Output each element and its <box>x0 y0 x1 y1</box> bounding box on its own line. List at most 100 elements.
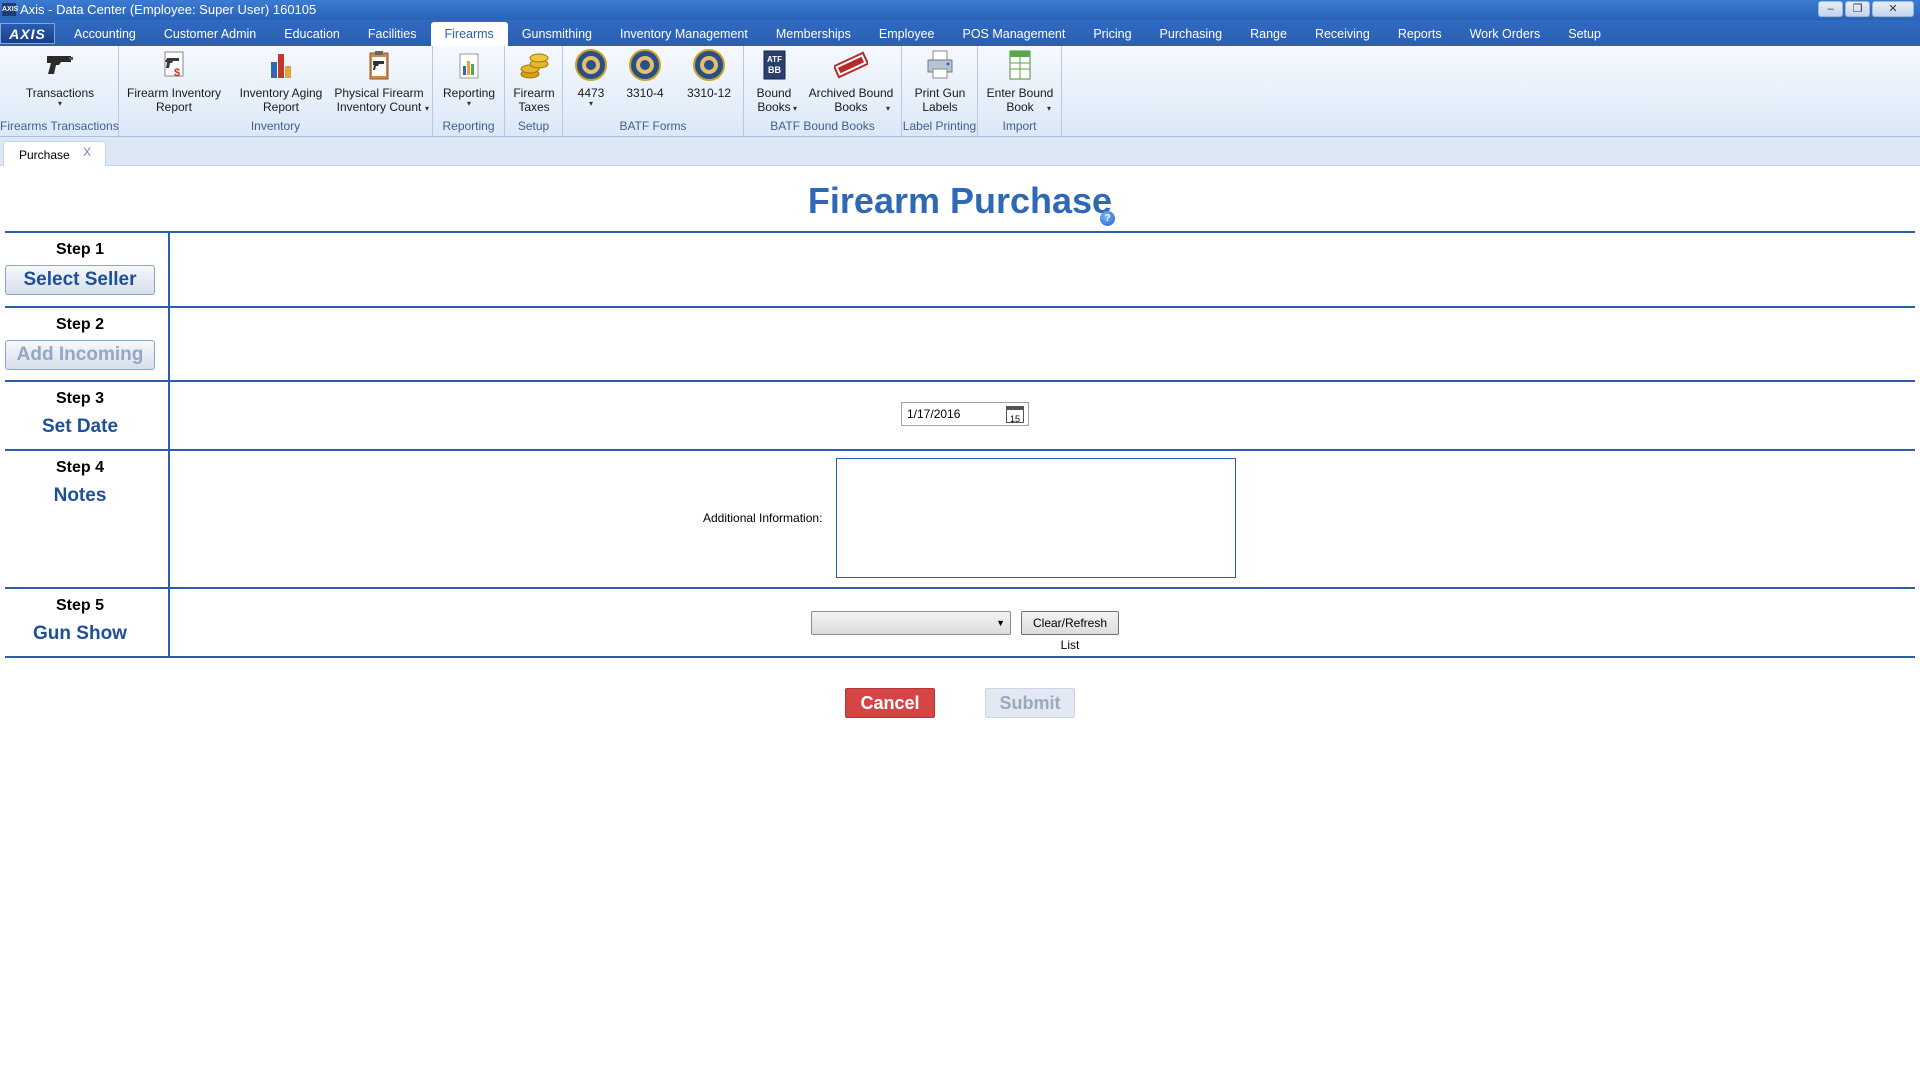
svg-text:ATF: ATF <box>767 55 782 64</box>
clear-refresh-list-button[interactable]: Clear/Refresh List <box>1021 611 1119 652</box>
ribbon-group-reporting: Reporting ▾ Reporting <box>433 46 505 136</box>
archived-bound-books-button[interactable]: Archived Bound Books ▾ <box>804 48 898 114</box>
svg-text:$: $ <box>174 67 180 79</box>
axis-logo[interactable]: AXIS <box>0 23 55 44</box>
menu-tab-inventory-management[interactable]: Inventory Management <box>606 22 762 46</box>
form-3310-12-button[interactable]: 3310-12 <box>680 48 738 100</box>
bar-chart-icon <box>271 54 291 78</box>
form-4473-button[interactable]: 4473 ▾ <box>569 48 613 108</box>
ribbon-button-label: 4473 <box>577 86 605 100</box>
step-number: Step 1 <box>55 241 104 258</box>
dropdown-caret-icon: ▾ <box>424 104 429 113</box>
dropdown-caret-icon: ▾ <box>466 99 471 108</box>
printer-icon <box>927 50 953 79</box>
enter-bound-book-button[interactable]: Enter Bound Book ▾ <box>986 48 1054 114</box>
step-label-column: Step 5 Gun Show <box>5 589 170 656</box>
close-icon[interactable]: X <box>83 145 91 159</box>
menu-tab-gunsmithing[interactable]: Gunsmithing <box>508 22 606 46</box>
firearm-inventory-report-button[interactable]: $ Firearm Inventory Report <box>125 48 223 114</box>
ribbon-button-label: Archived Bound Books <box>808 86 894 114</box>
ribbon-button-label: 3310-12 <box>686 86 732 100</box>
step-row-3: Step 3 Set Date 1/17/2016 15 <box>5 380 1915 449</box>
step-row-5: Step 5 Gun Show ▼ Clear/Refresh List <box>5 587 1915 658</box>
step-label-column: Step 2 Add Incoming <box>5 308 170 380</box>
ribbon-group-label: Inventory <box>250 119 301 133</box>
date-field[interactable]: 1/17/2016 15 <box>901 402 1029 426</box>
menu-tab-facilities[interactable]: Facilities <box>354 22 431 46</box>
ribbon-group-firearms-transactions: Transactions ▾ Firearms Transactions <box>0 46 119 136</box>
menu-tab-employee[interactable]: Employee <box>865 22 949 46</box>
close-icon[interactable]: ✕ <box>1872 1 1914 17</box>
page-title: Firearm Purchase <box>807 180 1113 221</box>
ribbon-group-inventory: $ Firearm Inventory Report Inventory Agi… <box>119 46 433 136</box>
inventory-aging-report-button[interactable]: Inventory Aging Report <box>231 48 331 114</box>
form-3310-4-button[interactable]: 3310-4 <box>618 48 672 100</box>
ribbon-group-batf-bound-books: ATF BB Bound Books ▾ Archived Bound Book… <box>744 46 902 136</box>
bound-books-button[interactable]: ATF BB Bound Books ▾ <box>751 48 797 114</box>
notes-label: Additional Information: <box>703 511 823 525</box>
ribbon: Transactions ▾ Firearms Transactions $ F… <box>0 46 1920 137</box>
step-label-column: Step 1 Select Seller <box>5 233 170 306</box>
ribbon-button-label: Inventory Aging Report <box>239 86 323 114</box>
ribbon-button-label: Firearm Taxes <box>513 86 555 114</box>
report-chart-icon <box>459 53 479 79</box>
ribbon-button-label: Reporting <box>442 86 496 100</box>
menu-tab-accounting[interactable]: Accounting <box>60 22 150 46</box>
ribbon-group-batf-forms: 4473 ▾ 3310-4 3310-12 BATF Forms <box>563 46 744 136</box>
window-title: Axis - Data Center (Employee: Super User… <box>20 2 317 17</box>
window-controls: – ❐ ✕ <box>1816 1 1914 17</box>
dropdown-caret-icon: ▾ <box>588 99 593 108</box>
menu-tab-pos-management[interactable]: POS Management <box>948 22 1079 46</box>
ribbon-button-label: Enter Bound Book <box>986 86 1054 114</box>
tab-purchase[interactable]: Purchase X <box>3 141 106 166</box>
ribbon-button-label: Physical Firearm Inventory Count <box>334 86 424 114</box>
bound-book-icon: ATF BB <box>763 50 786 80</box>
help-icon[interactable]: ? <box>1100 211 1115 226</box>
minimize-icon[interactable]: – <box>1818 1 1843 17</box>
menu-tab-pricing[interactable]: Pricing <box>1079 22 1145 46</box>
cancel-button[interactable]: Cancel <box>845 688 935 718</box>
reporting-button[interactable]: Reporting ▾ <box>439 48 499 108</box>
menu-tab-memberships[interactable]: Memberships <box>762 22 865 46</box>
step-label-column: Step 4 Notes <box>5 451 170 587</box>
step-row-1: Step 1 Select Seller <box>5 231 1915 306</box>
dropdown-caret-icon: ▾ <box>57 99 62 108</box>
menu-tab-range[interactable]: Range <box>1236 22 1301 46</box>
calendar-icon[interactable]: 15 <box>1006 406 1024 424</box>
menu-tab-reports[interactable]: Reports <box>1384 22 1456 46</box>
ribbon-group-setup: Firearm Taxes Setup <box>505 46 563 136</box>
select-seller-button[interactable]: Select Seller <box>5 265 155 295</box>
archived-stamp-icon <box>834 51 868 79</box>
step-number: Step 2 <box>55 316 104 333</box>
chevron-down-icon: ▼ <box>996 618 1005 628</box>
ribbon-group-import: Enter Bound Book ▾ Import <box>978 46 1062 136</box>
ribbon-group-label: Reporting <box>442 119 495 133</box>
menu-tab-customer-admin[interactable]: Customer Admin <box>150 22 270 46</box>
step-number: Step 3 <box>55 390 104 407</box>
menu-tab-work-orders[interactable]: Work Orders <box>1456 22 1555 46</box>
menu-tabs: Accounting Customer Admin Education Facilit… <box>60 22 1615 46</box>
menu-tab-setup[interactable]: Setup <box>1554 22 1615 46</box>
transactions-button[interactable]: Transactions ▾ <box>17 48 103 108</box>
menu-tab-education[interactable]: Education <box>270 22 354 46</box>
step-row-2: Step 2 Add Incoming <box>5 306 1915 380</box>
menu-tab-receiving[interactable]: Receiving <box>1301 22 1384 46</box>
physical-firearm-inventory-count-button[interactable]: Physical Firearm Inventory Count ▾ <box>329 48 429 114</box>
menu-tab-firearms[interactable]: Firearms <box>430 22 508 46</box>
gun-show-select[interactable]: ▼ <box>811 611 1011 635</box>
step-title: Notes <box>53 485 107 506</box>
menu-tab-purchasing[interactable]: Purchasing <box>1146 22 1237 46</box>
step-title: Gun Show <box>33 623 127 644</box>
print-gun-labels-button[interactable]: Print Gun Labels <box>912 48 968 114</box>
ribbon-button-label: Print Gun Labels <box>914 86 966 114</box>
submit-button[interactable]: Submit <box>985 688 1075 718</box>
app-window: AXIS Axis - Data Center (Employee: Super… <box>0 0 1920 1080</box>
coins-icon <box>520 53 549 79</box>
firearm-taxes-button[interactable]: Firearm Taxes <box>509 48 559 114</box>
add-incoming-button[interactable]: Add Incoming <box>5 340 155 370</box>
additional-information-textarea[interactable] <box>836 458 1236 578</box>
restore-icon[interactable]: ❐ <box>1845 1 1870 17</box>
firearm-purchase-form: Firearm Purchase ? Step 1 Select Seller … <box>0 166 1920 1080</box>
document-tab-strip: Purchase X <box>0 137 1920 166</box>
ribbon-group-label: Firearms Transactions <box>0 119 119 133</box>
